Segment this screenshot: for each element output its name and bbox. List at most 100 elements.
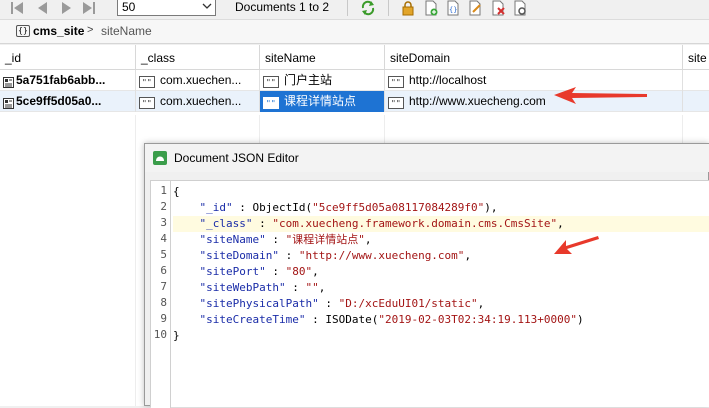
svg-text:"": "" [391,99,401,108]
json-value: "http://www.xuecheng.com" [298,249,465,262]
code-line[interactable]: { [173,184,709,200]
cell-class[interactable]: "" com.xuechen... [136,91,260,112]
cell-sitename-text: 门户主站 [284,73,333,87]
json-key: "siteName" [199,233,266,246]
column-header-sitedomain[interactable]: siteDomain [385,45,683,70]
json-punctuation: , [364,233,372,246]
refresh-icon[interactable] [360,0,376,16]
code-brace: } [173,329,180,342]
json-function: ISODate( [325,313,379,326]
editor-title-bar[interactable]: Document JSON Editor [145,144,709,172]
json-key: "_id" [199,201,233,214]
breadcrumb-separator: > [87,24,94,36]
first-page-icon[interactable] [10,1,24,15]
svg-text:"": "" [142,78,152,87]
svg-text:"": "" [266,99,276,108]
string-type-icon: "" [388,95,404,112]
json-editor-window: Document JSON Editor 1 2 3 4 5 6 7 8 9 10 { "_id"… [144,143,709,408]
svg-text:"": "" [391,78,401,87]
code-line[interactable]: } [173,328,709,344]
breadcrumb: {} cms_site > siteName [0,20,709,44]
code-line[interactable]: "sitePhysicalPath" : "D:/xcEduUI01/stati… [173,296,709,312]
document-icon [3,95,14,109]
settings-icon[interactable] [512,0,528,16]
next-page-icon[interactable] [60,1,74,15]
json-value: "课程详情站点" [285,233,365,246]
breadcrumb-field[interactable]: siteName [101,24,152,38]
cell-id-text: 5ce9ff5d05a0... [16,94,102,108]
cell-sitename[interactable]: "" 门户主站 [260,70,385,91]
cell-id[interactable]: 5ce9ff5d05a0... [0,91,136,112]
string-type-icon: "" [263,95,279,112]
delete-icon[interactable] [490,0,506,16]
column-header-sitename[interactable]: siteName [260,45,385,70]
string-type-icon: "" [139,95,155,112]
svg-text:"": "" [266,78,276,87]
json-value: "80" [285,265,313,278]
json-punctuation: , [477,297,485,310]
code-line[interactable]: "sitePort" : "80", [173,264,709,280]
line-number-gutter: 1 2 3 4 5 6 7 8 9 10 [151,181,171,408]
string-type-icon: "" [388,74,404,91]
json-separator: : [305,313,326,326]
json-key: "_class" [199,217,253,230]
cell-class-text: com.xuechen... [160,73,242,87]
json-value: "com.xuecheng.framework.domain.cms.CmsSi… [272,217,558,230]
chevron-down-icon [202,0,212,14]
json-value: "D:/xcEduUI01/static" [338,297,478,310]
annotation-arrow [554,236,599,254]
json-separator: : [232,201,253,214]
page-size-select[interactable]: 50 [117,0,216,16]
json-punctuation: ) [577,313,584,326]
line-number: 8 [160,296,167,309]
code-line[interactable]: "_class" : "com.xuecheng.framework.domai… [173,216,709,232]
breadcrumb-collection[interactable]: cms_site [33,24,84,38]
json-separator: : [265,265,286,278]
column-header-site[interactable]: site [683,45,709,70]
json-separator: : [278,249,299,262]
line-number: 1 [160,184,167,197]
annotation-arrow [554,87,647,104]
last-page-icon[interactable] [82,1,96,15]
line-number: 6 [160,264,167,277]
code-line[interactable]: "siteWebPath" : "", [173,280,709,296]
document-icon [3,74,14,88]
app-icon [153,151,167,165]
cell-class[interactable]: "" com.xuechen... [136,70,260,91]
edit-icon[interactable] [467,0,483,16]
cell-id[interactable]: 5a751fab6abb... [0,70,136,91]
cell-sitename-text: 课程详情站点 [284,94,357,108]
json-punctuation: , [557,217,564,230]
json-key: "sitePort" [199,265,266,278]
string-type-icon: "" [263,74,279,91]
column-header-class[interactable]: _class [136,45,260,70]
svg-text:{}: {} [449,6,457,14]
code-line[interactable]: "siteCreateTime" : ISODate("2019-02-03T0… [173,312,709,328]
code-line[interactable]: "_id" : ObjectId("5ce9ff5d05a08117084289… [173,200,709,216]
lock-icon[interactable] [400,0,416,16]
column-header-id[interactable]: _id [0,45,136,70]
line-number: 3 [160,216,167,229]
json-punctuation: , [318,281,326,294]
toolbar-divider [388,0,389,16]
grid-header: _id _class siteName siteDomain site [0,45,709,70]
line-number: 5 [160,248,167,261]
json-separator: : [265,233,286,246]
line-number: 7 [160,280,167,293]
cell-sitename[interactable]: "" 课程详情站点 [260,91,385,112]
json-value: "5ce9ff5d05a08117084289f0" [312,201,485,214]
editor-title: Document JSON Editor [174,151,299,165]
code-brace: { [173,185,180,198]
json-editor[interactable]: 1 2 3 4 5 6 7 8 9 10 { "_id" : ObjectId("5ce9ff5d… [150,180,709,408]
view-json-icon[interactable]: {} [445,0,461,16]
code-line[interactable]: "siteDomain" : "http://www.xuecheng.com"… [173,248,709,264]
collection-icon: {} [16,25,30,37]
json-value: "" [305,281,319,294]
json-punctuation: ), [484,201,498,214]
documents-count: Documents 1 to 2 [235,0,330,14]
add-document-icon[interactable] [423,0,439,16]
cell-id-text: 5a751fab6abb... [16,73,106,87]
previous-page-icon[interactable] [35,1,49,15]
code-line[interactable]: "siteName" : "课程详情站点", [173,232,709,248]
column-divider [135,115,136,406]
